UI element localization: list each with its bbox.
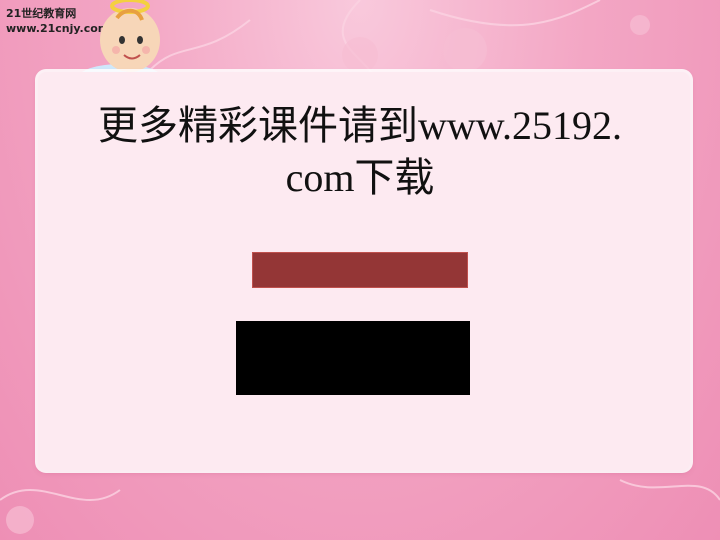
red-bar (252, 252, 468, 288)
slide-title: 更多精彩课件请到www.25192. com下载 (0, 100, 720, 204)
baby-angel-icon (78, 0, 162, 82)
black-bar (236, 321, 470, 395)
title-line-1: 更多精彩课件请到www.25192. (97, 103, 623, 148)
title-line-2: com下载 (285, 155, 435, 200)
